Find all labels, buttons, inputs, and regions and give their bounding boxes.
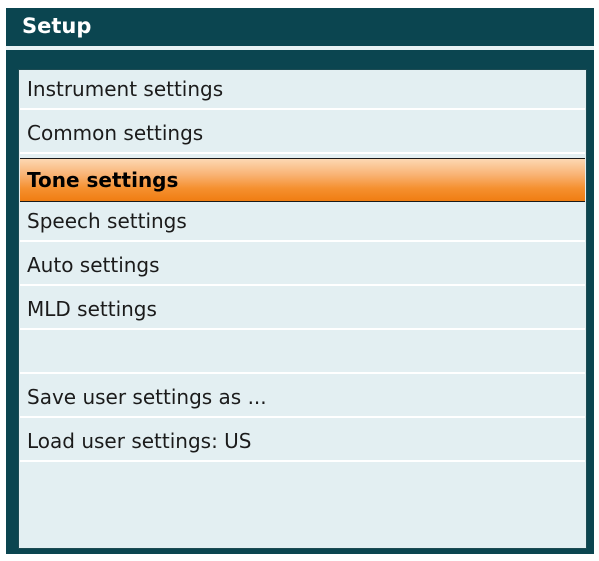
menu-item-label: Auto settings	[27, 253, 160, 277]
setup-window: Setup Instrument settings Common setting…	[6, 8, 594, 554]
setup-menu-list: Instrument settings Common settings Tone…	[18, 69, 587, 549]
menu-item-instrument-settings[interactable]: Instrument settings	[20, 70, 585, 110]
menu-item-label: Save user settings as ...	[27, 385, 267, 409]
title-divider	[6, 46, 594, 50]
menu-item-auto-settings[interactable]: Auto settings	[20, 246, 585, 286]
title-bar: Setup	[6, 8, 594, 45]
menu-item-label: Speech settings	[27, 209, 187, 233]
menu-item-speech-settings[interactable]: Speech settings	[20, 202, 585, 242]
menu-item-empty	[20, 334, 585, 374]
menu-item-save-user-settings[interactable]: Save user settings as ...	[20, 378, 585, 418]
menu-item-label: MLD settings	[27, 297, 157, 321]
menu-item-common-settings[interactable]: Common settings	[20, 114, 585, 154]
menu-item-mld-settings[interactable]: MLD settings	[20, 290, 585, 330]
menu-item-label: Common settings	[27, 121, 204, 145]
window-title: Setup	[22, 14, 92, 38]
menu-item-label: Tone settings	[27, 168, 179, 192]
menu-item-label: Load user settings: US	[27, 429, 252, 453]
menu-item-tone-settings[interactable]: Tone settings	[20, 158, 585, 202]
menu-item-load-user-settings[interactable]: Load user settings: US	[20, 422, 585, 462]
menu-item-label: Instrument settings	[27, 77, 224, 101]
